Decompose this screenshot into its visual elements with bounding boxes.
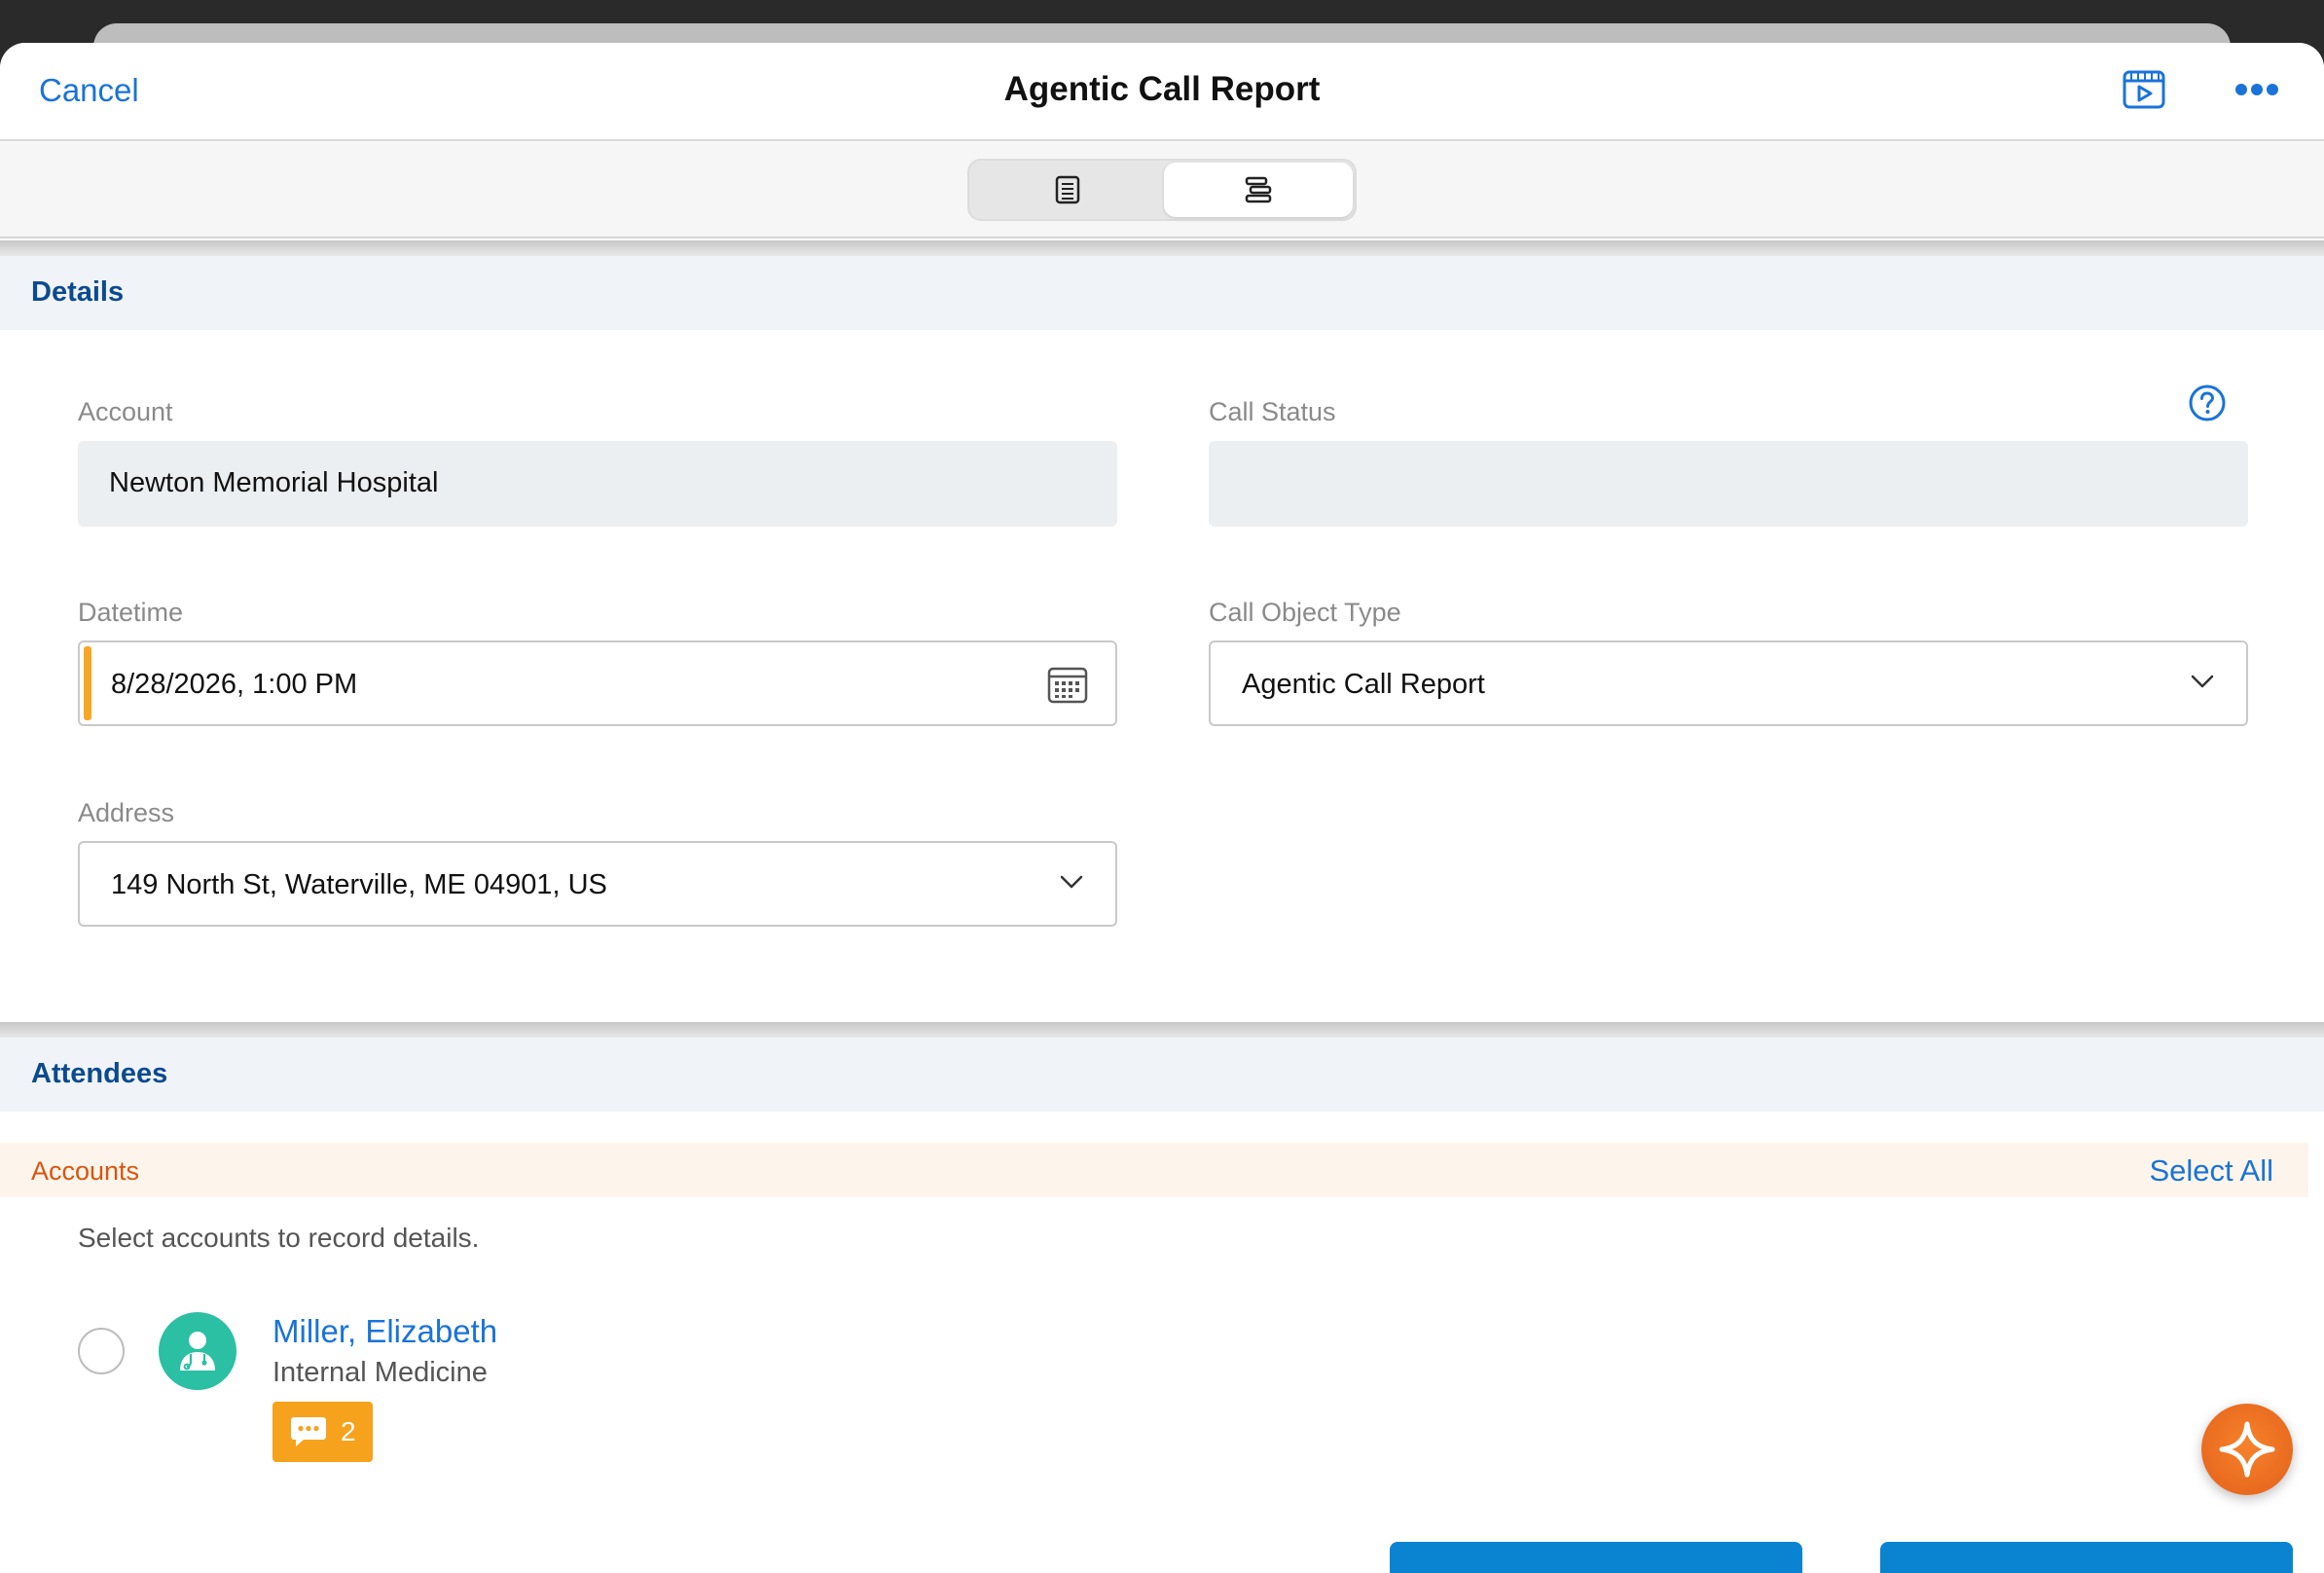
chevron-down-icon [2190,672,2215,696]
more-horizontal-icon[interactable] [2234,82,2279,97]
account-field: Newton Memorial Hospital [78,441,1117,527]
calendar-icon[interactable] [1047,664,1088,710]
divider [0,1022,2324,1038]
page-title: Agentic Call Report [1003,70,1321,108]
document-icon [1055,175,1080,204]
sparkle-icon [2219,1421,2275,1478]
document-view-tab[interactable] [973,163,1162,217]
call-object-type-select[interactable]: Agentic Call Report [1209,640,2248,726]
accounts-title: Accounts [31,1156,140,1186]
bottom-action-button-primary[interactable] [1390,1542,1802,1573]
datetime-label: Datetime [78,598,184,627]
doctor-avatar-icon [159,1312,236,1390]
datetime-field[interactable]: 8/28/2026, 1:00 PM [78,640,1117,726]
attendees-section-header: Attendees [0,1038,2324,1112]
bottom-action-button-secondary[interactable] [1880,1542,2293,1573]
attendees-section-title: Attendees [31,1058,168,1089]
attendee-select-radio[interactable] [78,1328,125,1374]
call-object-type-value: Agentic Call Report [1242,669,1485,700]
chat-bubble-icon [291,1417,326,1446]
outline-list-icon [1245,176,1272,203]
media-player-icon[interactable] [2123,70,2165,109]
comments-badge[interactable]: 2 [272,1402,373,1462]
attendee-specialty: Internal Medicine [272,1357,488,1388]
account-label: Account [78,397,173,426]
navigation-bar: Cancel Agentic Call Report [0,43,2324,141]
accounts-hint: Select accounts to record details. [78,1223,480,1253]
call-object-type-label: Call Object Type [1209,598,1401,627]
outline-view-tab[interactable] [1164,163,1353,217]
details-section-header: Details [0,256,2324,330]
view-toggle-bar [0,141,2324,238]
call-status-field [1209,441,2248,527]
comments-count: 2 [341,1416,356,1446]
call-status-label: Call Status [1209,397,1336,426]
call-report-sheet: Cancel Agentic Call Report Details Accou… [0,43,2324,1573]
address-select[interactable]: 149 North St, Waterville, ME 04901, US [78,841,1117,927]
select-all-button[interactable]: Select All [2149,1153,2273,1189]
account-value: Newton Memorial Hospital [109,467,439,498]
ai-assistant-button[interactable] [2201,1404,2293,1495]
help-icon[interactable] [2188,384,2227,422]
details-section-title: Details [31,276,125,308]
chevron-down-icon [1059,872,1084,896]
required-indicator [84,646,91,720]
address-value: 149 North St, Waterville, ME 04901, US [111,869,607,900]
accounts-subheader: Accounts Select All [0,1143,2308,1197]
divider [0,240,2324,256]
view-segmented-control [967,159,1357,221]
address-label: Address [78,798,175,827]
attendee-name-link[interactable]: Miller, Elizabeth [272,1313,497,1350]
datetime-value: 8/28/2026, 1:00 PM [111,669,358,700]
